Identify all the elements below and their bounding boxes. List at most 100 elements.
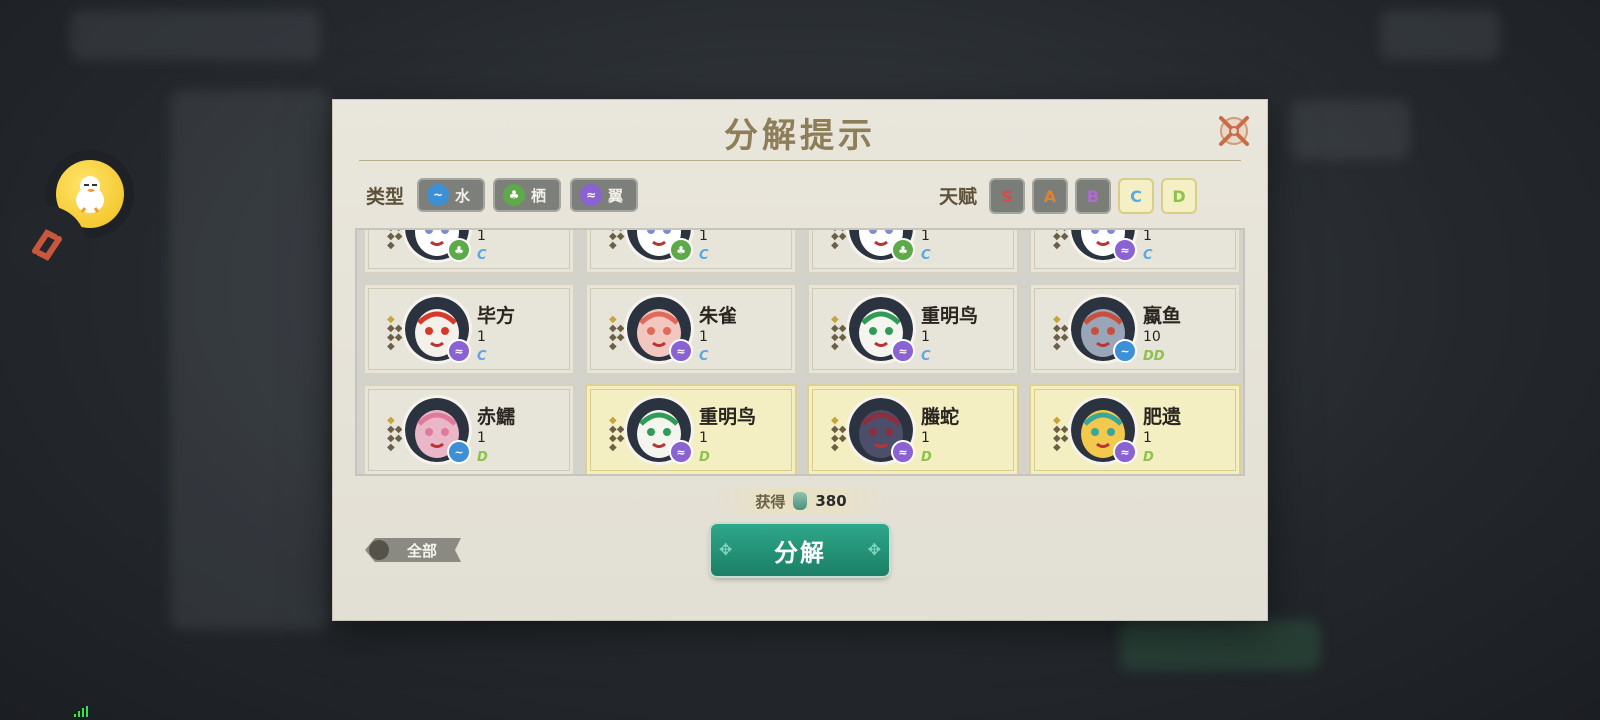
creature-card[interactable]: ◆ ◆◆ ◆◆ ◆ ≈ 重明鸟 1 D <box>585 384 797 474</box>
wing-type-icon: ≈ <box>447 339 471 363</box>
reward-display: 获得 380 <box>713 488 889 514</box>
card-ornament-icon: ◆◆◆◆◆◆ <box>609 230 625 251</box>
talent-filter-a[interactable]: A <box>1032 178 1068 214</box>
refresh-icon <box>32 229 62 261</box>
wing-type-icon: ≈ <box>669 339 693 363</box>
bg-top-right-blob <box>1380 10 1500 60</box>
creature-talent-grade: C <box>477 248 487 263</box>
close-icon <box>1219 116 1249 146</box>
creature-count: 1 <box>699 329 708 345</box>
wing-type-icon: ≈ <box>891 440 915 464</box>
wing-type-icon: ≈ <box>669 440 693 464</box>
type-filter-habitat[interactable]: ♣ 栖 <box>493 178 561 212</box>
talent-filter-c[interactable]: C <box>1118 178 1154 214</box>
habitat-type-icon: ♣ <box>891 238 915 262</box>
ornament-left-icon: ✥ <box>719 540 733 559</box>
creature-talent-grade: C <box>1143 248 1153 263</box>
card-ornament-icon: ◆◆◆◆◆◆ <box>1053 415 1069 453</box>
creature-count: 1 <box>699 228 708 244</box>
creature-card[interactable]: ◆ ◆◆ ◆◆ ◆ ≈ 肥遗 1 D <box>1029 384 1241 474</box>
creature-card[interactable]: ◆ ◆◆ ◆◆ ◆ ≈ 朱雀 1 C <box>585 283 797 375</box>
dialog-title: 分解提示 <box>724 116 876 156</box>
creature-count: 1 <box>1143 430 1152 446</box>
reward-label: 获得 <box>755 492 786 511</box>
select-all-toggle-icon <box>369 540 389 560</box>
creature-count: 1 <box>1143 228 1152 244</box>
wing-type-icon: ≈ <box>1113 440 1137 464</box>
decompose-dialog: 分解提示 类型 ~ 水 ♣ 栖 ≈ 翼 天赋 S A B C D ◆◆◆◆◆◆ ♣… <box>333 100 1267 620</box>
card-ornament-icon: ◆◆◆◆◆◆ <box>387 314 403 352</box>
close-button[interactable] <box>1215 112 1253 150</box>
select-all-label: 全部 <box>406 541 437 560</box>
water-type-icon: ~ <box>447 440 471 464</box>
creature-card[interactable]: ◆ ◆◆ ◆◆ ◆ ~ 蠃鱼 10 DD <box>1029 283 1241 375</box>
habitat-type-icon: ♣ <box>669 238 693 262</box>
creature-card[interactable]: ◆◆◆◆◆◆ ♣ 1 C <box>807 230 1019 274</box>
card-ornament-icon: ◆◆◆◆◆◆ <box>387 415 403 453</box>
water-type-icon: ~ <box>1113 339 1137 363</box>
creature-card[interactable]: ◆ ◆◆ ◆◆ ◆ ≈ 毕方 1 C <box>363 283 575 375</box>
creature-card[interactable]: ◆◆◆◆◆◆ ♣ 1 C <box>363 228 575 274</box>
type-filter-water[interactable]: ~ 水 <box>417 178 485 212</box>
card-ornament-icon: ◆◆◆◆◆◆ <box>831 314 847 352</box>
creature-count: 1 <box>477 228 486 244</box>
creature-grid[interactable]: ◆◆◆◆◆◆♣1C◆◆◆◆◆◆♣1C◆◆◆◆◆◆♣1C◆◆◆◆◆◆≈1C◆◆◆◆… <box>355 228 1245 476</box>
talent-filter-label: 天赋 <box>939 186 978 208</box>
reward-value: 380 <box>815 492 847 510</box>
creature-name: 肥遗 <box>1143 406 1182 428</box>
decompose-button-label: 分解 <box>774 537 826 567</box>
wing-icon: ≈ <box>580 184 602 206</box>
bg-side-list-blob <box>170 90 330 630</box>
vase-currency-icon <box>793 492 808 510</box>
bg-green-button-blob <box>1120 620 1320 670</box>
creature-count: 1 <box>477 329 486 345</box>
water-icon: ~ <box>427 184 449 206</box>
creature-count: 1 <box>921 430 930 446</box>
creature-name: 蠃鱼 <box>1143 305 1182 327</box>
creature-card[interactable]: ◆ ◆◆ ◆◆ ◆ ~ 赤鱬 1 D <box>363 384 575 474</box>
card-ornament-icon: ◆◆◆◆◆◆ <box>1053 230 1069 251</box>
creature-talent-grade: C <box>921 248 931 263</box>
creature-card[interactable]: ◆◆◆◆◆◆ ≈1 C <box>1029 228 1241 274</box>
creature-talent-grade: C <box>699 349 709 364</box>
type-filter-water-label: 水 <box>455 186 471 205</box>
creature-name: 赤鱬 <box>477 406 516 428</box>
wing-type-icon: ≈ <box>891 339 915 363</box>
talent-filter-b[interactable]: B <box>1075 178 1111 214</box>
creature-count: 1 <box>477 430 486 446</box>
creature-name: 毕方 <box>477 305 516 327</box>
creature-name: 螣蛇 <box>921 406 960 428</box>
ornament-right-icon: ✥ <box>867 540 881 559</box>
card-ornament-icon: ◆◆◆◆◆◆ <box>831 415 847 453</box>
creature-talent-grade: C <box>477 349 487 364</box>
creature-talent-grade: D <box>921 450 932 465</box>
type-filter-wing[interactable]: ≈ 翼 <box>570 178 638 212</box>
talent-filter-d[interactable]: D <box>1161 178 1197 214</box>
creature-talent-grade: C <box>921 349 931 364</box>
creature-count: 1 <box>699 430 708 446</box>
talent-filter-s[interactable]: S <box>989 178 1025 214</box>
creature-name: 重明鸟 <box>921 305 979 327</box>
decompose-button[interactable]: ✥ 分解 ✥ <box>711 524 889 576</box>
card-ornament-icon: ◆◆◆◆◆◆ <box>387 230 403 251</box>
refresh-button[interactable] <box>8 206 86 284</box>
creature-card[interactable]: ◆ ◆◆ ◆◆ ◆ ≈ 螣蛇 1 D <box>807 384 1019 474</box>
creature-talent-grade: D <box>477 450 488 465</box>
creature-talent-grade: DD <box>1143 349 1165 364</box>
type-filter-wing-label: 翼 <box>608 186 624 205</box>
creature-name: 朱雀 <box>699 305 738 327</box>
creature-card[interactable]: ◆◆◆◆◆◆ ♣ 1 C <box>585 228 797 274</box>
habitat-type-icon: ♣ <box>447 238 471 262</box>
type-filter-habitat-label: 栖 <box>531 186 547 205</box>
bg-right-blob <box>1290 100 1410 160</box>
card-ornament-icon: ◆◆◆◆◆◆ <box>609 314 625 352</box>
select-all-button[interactable]: 全部 <box>365 538 461 562</box>
signal-strength-icon <box>74 706 88 717</box>
wing-type-icon: ≈ <box>1113 238 1137 262</box>
creature-count: 10 <box>1143 329 1161 345</box>
title-divider <box>359 160 1241 161</box>
habitat-icon: ♣ <box>503 184 525 206</box>
creature-talent-grade: D <box>699 450 710 465</box>
type-filter-label: 类型 <box>366 186 405 208</box>
creature-card[interactable]: ◆ ◆◆ ◆◆ ◆ ≈ 重明鸟 1 C <box>807 283 1019 375</box>
